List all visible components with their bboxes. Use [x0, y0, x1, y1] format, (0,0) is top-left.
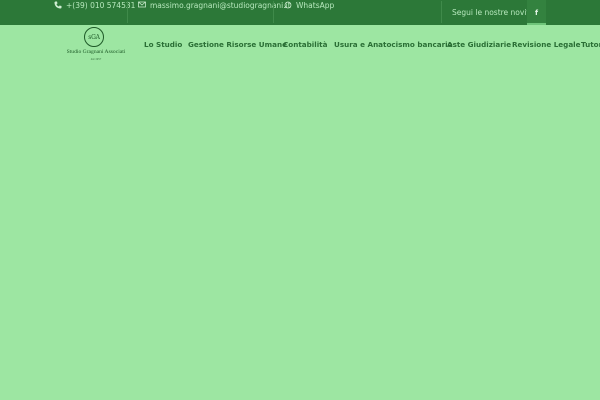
logo-name: Studio Gragnani Associati: [66, 49, 126, 55]
phone-number: +(39) 010 574531: [66, 1, 136, 10]
envelope-icon: [138, 1, 146, 10]
phone-icon: [54, 1, 62, 11]
nav-item-revisione-legale[interactable]: Revisione Legale: [512, 40, 581, 49]
phone-link[interactable]: +(39) 010 574531: [54, 0, 135, 11]
email-link[interactable]: massimo.gragnani@studiogragnani.it: [138, 0, 291, 11]
site-logo[interactable]: sGA Studio Gragnani Associati dal 1957: [60, 27, 132, 65]
facebook-button[interactable]: f: [527, 0, 546, 25]
whatsapp-label: WhatsApp: [296, 1, 335, 10]
logo-monogram: sGA: [84, 27, 104, 47]
nav-item-tutori[interactable]: Tutori: [581, 40, 600, 49]
facebook-underline: [527, 23, 546, 25]
nav-item-lo-studio[interactable]: Lo Studio: [144, 40, 182, 49]
email-address: massimo.gragnani@studiogragnani.it: [150, 1, 291, 10]
logo-subtitle: dal 1957: [90, 57, 102, 61]
nav-item-gestione-risorse-umane[interactable]: Gestione Risorse Umane: [188, 40, 287, 49]
topbar-divider: [441, 1, 442, 23]
whatsapp-link[interactable]: WhatsApp: [284, 0, 334, 11]
top-bar: +(39) 010 574531 massimo.gragnani@studio…: [0, 0, 600, 25]
facebook-icon: f: [534, 8, 539, 17]
nav-item-aste-giudiziarie[interactable]: Aste Giudiziarie: [447, 40, 511, 49]
follow-label: Segui le nostre novità:: [452, 7, 536, 18]
follow-text: Segui le nostre novità:: [452, 8, 537, 17]
topbar-divider: [273, 1, 274, 23]
topbar-divider: [127, 1, 128, 23]
nav-item-usura-anatocismo[interactable]: Usura e Anatocismo bancario: [334, 40, 453, 49]
whatsapp-icon: [284, 1, 292, 11]
nav-item-contabilita[interactable]: Contabilità: [283, 40, 327, 49]
